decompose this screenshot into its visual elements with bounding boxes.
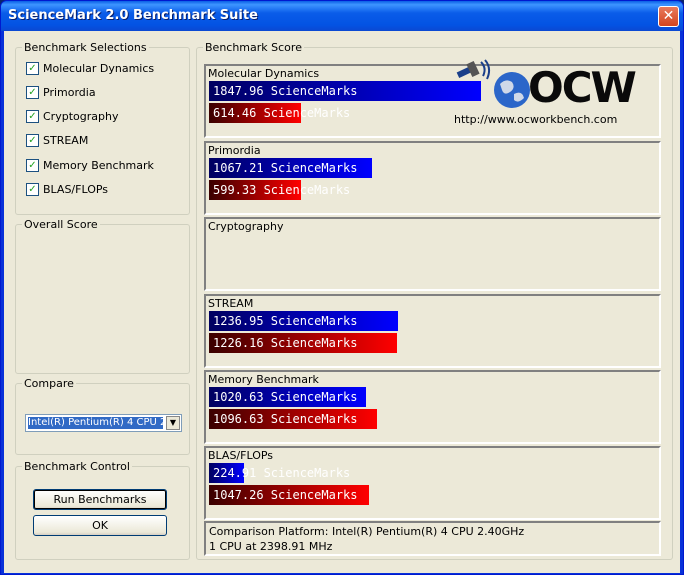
- score-bar: 1020.63 ScienceMarks: [209, 387, 366, 407]
- checkbox-stream[interactable]: ✓ STREAM: [26, 133, 88, 147]
- ocw-logo: OCW: [528, 63, 637, 112]
- score-bar-text: 1067.21 ScienceMarks: [213, 161, 358, 175]
- globe-icon: [494, 72, 530, 108]
- score-bar: 614.46 ScienceMarks: [209, 103, 350, 123]
- panel-title: Memory Benchmark: [208, 373, 319, 386]
- checkbox-label: Cryptography: [43, 109, 119, 123]
- score-bar-text: 1847.96 ScienceMarks: [213, 84, 358, 98]
- score-panel-memory-benchmark: Memory Benchmark 1020.63 ScienceMarks 10…: [204, 370, 661, 444]
- checkbox-cryptography[interactable]: ✓ Cryptography: [26, 109, 118, 123]
- benchmark-score-label: Benchmark Score: [203, 41, 304, 54]
- check-icon[interactable]: ✓: [26, 158, 39, 172]
- checkbox-memory-benchmark[interactable]: ✓ Memory Benchmark: [26, 158, 154, 172]
- checkbox-primordia[interactable]: ✓ Primordia: [26, 85, 96, 99]
- score-bar-text: 1096.63 ScienceMarks: [213, 412, 358, 426]
- score-bar: 1047.26 ScienceMarks: [209, 485, 369, 505]
- close-button[interactable]: ✕: [658, 6, 679, 27]
- check-icon[interactable]: ✓: [26, 109, 39, 123]
- panel-title: Primordia: [208, 144, 261, 157]
- score-bar-text: 599.33 ScienceMarks: [213, 183, 351, 197]
- score-bar: 1096.63 ScienceMarks: [209, 409, 377, 429]
- score-bar: 599.33 ScienceMarks: [209, 180, 350, 200]
- checkbox-label: Primordia: [43, 85, 96, 99]
- score-panel-blas-flops: BLAS/FLOPs 224.91 ScienceMarks 1047.26 S…: [204, 446, 661, 520]
- close-icon: ✕: [662, 8, 675, 24]
- satellite-icon: [456, 59, 491, 80]
- overall-score-group: Overall Score: [15, 218, 190, 374]
- comparison-cpu-text: 1 CPU at 2398.91 MHz: [209, 540, 333, 553]
- checkbox-label: BLAS/FLOPs: [43, 182, 109, 196]
- client-area: Benchmark Selections ✓ Molecular Dynamic…: [4, 31, 680, 573]
- window-title: ScienceMark 2.0 Benchmark Suite: [8, 8, 258, 23]
- score-bar-text: 614.46 ScienceMarks: [213, 106, 351, 120]
- score-bar: 1067.21 ScienceMarks: [209, 158, 372, 178]
- panel-title: Molecular Dynamics: [208, 67, 320, 80]
- chevron-down-icon[interactable]: ▼: [166, 416, 180, 430]
- title-bar[interactable]: ScienceMark 2.0 Benchmark Suite ✕: [1, 1, 683, 31]
- compare-selected-value: Intel(R) Pentium(R) 4 CPU 2.40GHz: [28, 417, 163, 429]
- comparison-platform-text: Comparison Platform: Intel(R) Pentium(R)…: [209, 525, 525, 538]
- check-icon[interactable]: ✓: [26, 85, 39, 99]
- score-bar-text: 1047.26 ScienceMarks: [213, 488, 358, 502]
- check-icon[interactable]: ✓: [26, 133, 39, 147]
- comparison-info-panel: Comparison Platform: Intel(R) Pentium(R)…: [204, 521, 661, 556]
- checkbox-molecular-dynamics[interactable]: ✓ Molecular Dynamics: [26, 61, 154, 75]
- benchmark-control-group: Benchmark Control Run Benchmarks OK: [15, 460, 190, 560]
- score-bar: 1236.95 ScienceMarks: [209, 311, 398, 331]
- checkbox-label: STREAM: [43, 133, 89, 147]
- score-bar-text: 1236.95 ScienceMarks: [213, 314, 358, 328]
- logo-url: http://www.ocworkbench.com: [454, 113, 618, 126]
- score-panel-cryptography: Cryptography: [204, 217, 661, 291]
- score-bar-text: 224.91 ScienceMarks: [213, 466, 351, 480]
- checkbox-blas-flops[interactable]: ✓ BLAS/FLOPs: [26, 182, 108, 196]
- check-icon[interactable]: ✓: [26, 61, 39, 75]
- compare-dropdown[interactable]: Intel(R) Pentium(R) 4 CPU 2.40GHz ▼: [25, 414, 182, 432]
- checkbox-label: Molecular Dynamics: [43, 61, 155, 75]
- panel-title: STREAM: [208, 297, 254, 310]
- check-icon[interactable]: ✓: [26, 182, 39, 196]
- overall-score-label: Overall Score: [22, 218, 100, 231]
- checkbox-label: Memory Benchmark: [43, 158, 154, 172]
- panel-title: BLAS/FLOPs: [208, 449, 274, 462]
- run-benchmarks-button[interactable]: Run Benchmarks: [33, 489, 167, 510]
- benchmark-selections-label: Benchmark Selections: [22, 41, 149, 54]
- ok-button[interactable]: OK: [33, 515, 167, 536]
- score-bar: 1847.96 ScienceMarks: [209, 81, 481, 101]
- score-panel-molecular-dynamics: Molecular Dynamics 1847.96 ScienceMarks …: [204, 59, 661, 138]
- score-bar-text: 1020.63 ScienceMarks: [213, 390, 358, 404]
- benchmark-selections-group: Benchmark Selections ✓ Molecular Dynamic…: [15, 41, 190, 215]
- score-panel-stream: STREAM 1236.95 ScienceMarks 1226.16 Scie…: [204, 294, 661, 368]
- score-bar: 1226.16 ScienceMarks: [209, 333, 397, 353]
- main-window: ScienceMark 2.0 Benchmark Suite ✕ Benchm…: [0, 0, 684, 575]
- score-bar-text: 1226.16 ScienceMarks: [213, 336, 358, 350]
- score-bar: 224.91 ScienceMarks: [209, 463, 350, 483]
- score-panel-primordia: Primordia 1067.21 ScienceMarks 599.33 Sc…: [204, 141, 661, 215]
- panel-title: Cryptography: [208, 220, 284, 233]
- compare-group: Compare Intel(R) Pentium(R) 4 CPU 2.40GH…: [15, 377, 190, 455]
- benchmark-control-label: Benchmark Control: [22, 460, 132, 473]
- compare-label: Compare: [22, 377, 76, 390]
